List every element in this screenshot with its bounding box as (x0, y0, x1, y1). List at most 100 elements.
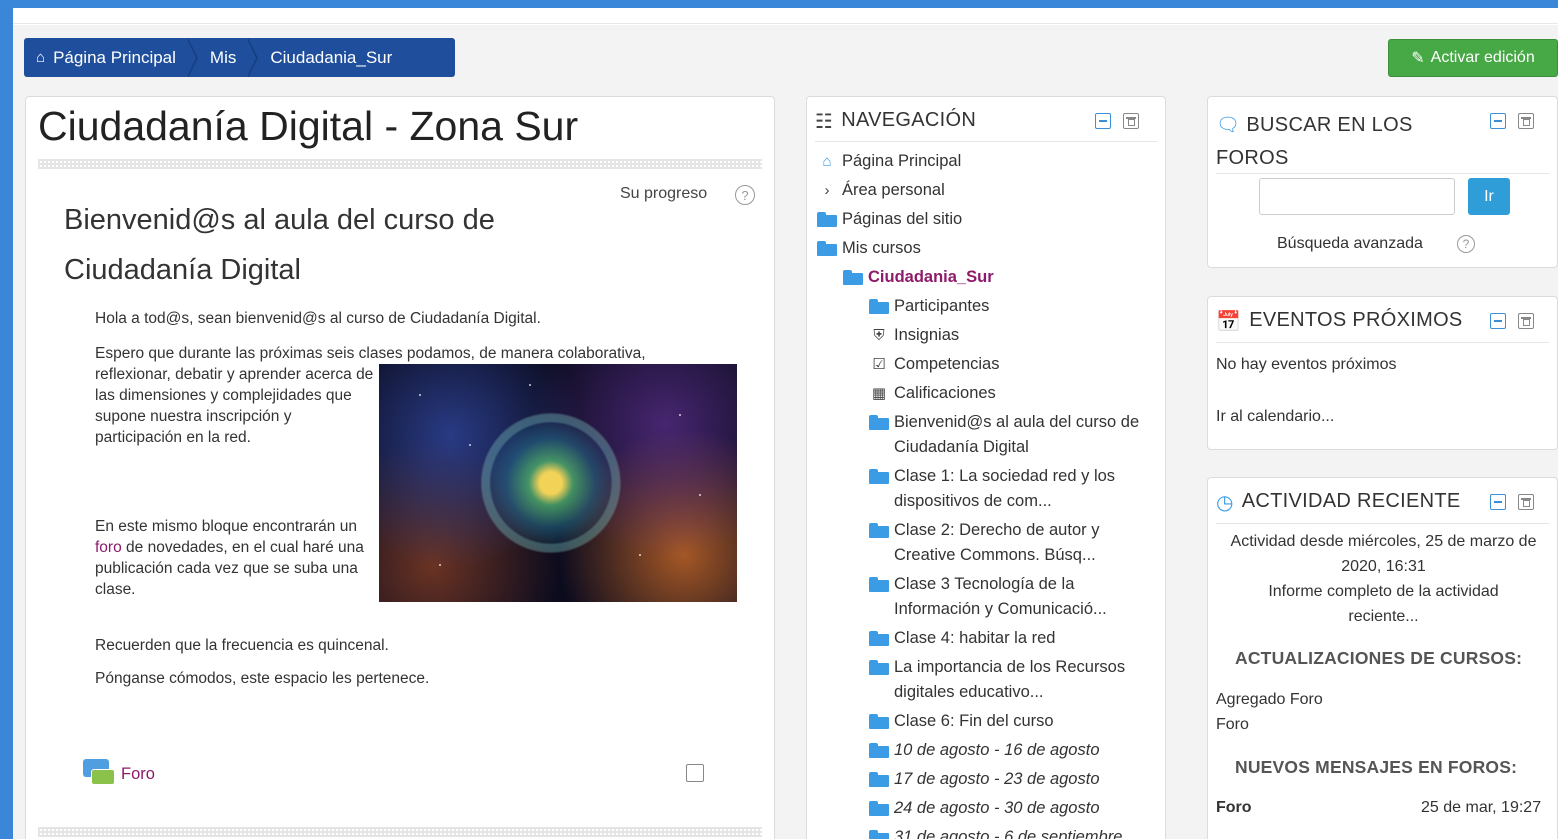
nav-item-my-courses[interactable]: Mis cursos (817, 236, 1162, 261)
intro-paragraph-4: Recuerden que la frecuencia es quincenal… (95, 637, 389, 654)
nav-item-section[interactable]: La importancia de los Recursos digitales… (817, 655, 1162, 705)
clock-icon: ◷ (1216, 492, 1234, 514)
breadcrumb-course-label: Ciudadania_Sur (270, 47, 393, 67)
nav-item-week[interactable]: 24 de agosto - 30 de agosto (817, 796, 1162, 821)
breadcrumb-mis-label: Mis (209, 47, 237, 67)
breadcrumb-separator (247, 38, 259, 77)
full-report-link[interactable]: Informe completo de la actividad recient… (1236, 579, 1531, 629)
enable-editing-button[interactable]: ✎ Activar edición (1388, 39, 1558, 77)
folder-icon (869, 415, 889, 430)
paragraph-3-text-after: de novedades, en el cual haré una public… (95, 539, 364, 598)
divider (1216, 342, 1549, 343)
intro-paragraph-2: reflexionar, debatir y aprender acerca d… (95, 366, 374, 446)
nav-item-participants[interactable]: Participantes (817, 294, 1162, 319)
nav-item-section[interactable]: Clase 3 Tecnología de la Información y C… (817, 572, 1162, 622)
breadcrumb-course[interactable]: Ciudadania_Sur (258, 38, 404, 77)
calendar-link[interactable]: Ir al calendario... (1216, 404, 1334, 429)
nav-item-label: Clase 6: Fin del curso (894, 712, 1054, 730)
nav-item-label: Competencias (894, 355, 1000, 373)
nav-item-label: Clase 2: Derecho de autor y Creative Com… (894, 521, 1100, 564)
calendar-icon: 📅 (1216, 311, 1242, 333)
nav-item-week[interactable]: 10 de agosto - 16 de agosto (817, 738, 1162, 763)
nav-item-label: Bienvenid@s al aula del curso de Ciudada… (894, 413, 1140, 456)
events-controls (1490, 313, 1534, 329)
divider (1216, 173, 1549, 174)
nav-item-section[interactable]: Clase 4: habitar la red (817, 626, 1162, 651)
recent-activity-title: ACTIVIDAD RECIENTE (1241, 490, 1461, 512)
nav-item-badges[interactable]: ⛨ Insignias (817, 323, 1162, 348)
nav-item-section[interactable]: Clase 6: Fin del curso (817, 709, 1162, 734)
nav-item-competencies[interactable]: ☑ Competencias (817, 352, 1162, 377)
added-forum-link[interactable]: Foro (1216, 712, 1249, 737)
nav-item-current-course[interactable]: Ciudadania_Sur (817, 265, 1162, 290)
folder-icon (869, 469, 889, 484)
forum-posts-heading: NUEVOS MENSAJES EN FOROS: (1235, 757, 1518, 777)
folder-icon (869, 660, 889, 675)
foro-activity[interactable]: Foro (83, 759, 155, 789)
forum-post-link[interactable]: Foro (1216, 795, 1252, 820)
nav-item-week[interactable]: 17 de agosto - 23 de agosto (817, 767, 1162, 792)
digital-globe-image (379, 364, 737, 602)
nav-item-week[interactable]: 31 de agosto - 6 de septiembre (817, 825, 1162, 839)
advanced-search-link[interactable]: Búsqueda avanzada (1277, 231, 1423, 256)
nav-item-label: 10 de agosto - 16 de agosto (894, 741, 1100, 759)
dock-icon[interactable] (1518, 113, 1534, 129)
recent-activity-controls (1490, 494, 1534, 510)
folder-icon (869, 631, 889, 646)
top-bar (13, 8, 1558, 24)
foro-inline-link[interactable]: foro (95, 539, 122, 556)
nav-item-label: Calificaciones (894, 384, 996, 402)
nav-item-section[interactable]: Clase 2: Derecho de autor y Creative Com… (817, 518, 1162, 568)
dock-icon[interactable] (1518, 313, 1534, 329)
breadcrumb-home-label: Página Principal (53, 47, 176, 67)
help-icon[interactable]: ? (1457, 235, 1475, 253)
nav-item-section[interactable]: Clase 1: La sociedad red y los dispositi… (817, 464, 1162, 514)
completion-checkbox[interactable] (686, 764, 704, 782)
intro-paragraph-5: Pónganse cómodos, este espacio les perte… (95, 670, 430, 687)
nav-item-label: Clase 3 Tecnología de la Información y C… (894, 575, 1107, 618)
added-forum-text: Agregado Foro (1216, 691, 1323, 708)
collapse-icon[interactable] (1490, 494, 1506, 510)
nav-item-section[interactable]: Bienvenid@s al aula del curso de Ciudada… (817, 410, 1162, 460)
foro-activity-label[interactable]: Foro (121, 765, 155, 784)
forum-search-input[interactable] (1259, 178, 1455, 215)
breadcrumb-mis[interactable]: Mis (198, 38, 248, 77)
home-icon: ⌂ (36, 49, 46, 66)
divider (38, 159, 762, 169)
image-star (469, 444, 471, 446)
recent-activity-header: ◷ ACTIVIDAD RECIENTE (1216, 490, 1461, 515)
nav-item-dashboard[interactable]: › Área personal (817, 178, 1162, 203)
progress-label: Su progreso (620, 185, 708, 202)
home-icon: ⌂ (822, 153, 832, 170)
collapse-icon[interactable] (1095, 113, 1111, 129)
breadcrumb-home[interactable]: ⌂ Página Principal (24, 38, 188, 77)
table-icon: ▦ (871, 385, 887, 402)
navigation-title: NAVEGACIÓN (841, 109, 977, 131)
navigation-tree: ⌂ Página Principal › Área personal Págin… (817, 149, 1162, 839)
nav-item-label: Área personal (842, 181, 945, 199)
events-header: 📅 EVENTOS PRÓXIMOS (1216, 309, 1463, 334)
folder-icon (869, 830, 889, 839)
nav-item-site-pages[interactable]: Páginas del sitio (817, 207, 1162, 232)
help-icon[interactable]: ? (735, 185, 755, 205)
dock-icon[interactable] (1518, 494, 1534, 510)
nav-item-label: 31 de agosto - 6 de septiembre (894, 828, 1123, 839)
navigation-block: ☷ NAVEGACIÓN ⌂ Página Principal › Área p… (806, 96, 1166, 839)
upcoming-events-block: 📅 EVENTOS PRÓXIMOS No hay eventos próxim… (1207, 296, 1558, 450)
dock-icon[interactable] (1123, 113, 1139, 129)
folder-icon (869, 801, 889, 816)
navigation-controls (1095, 113, 1139, 129)
folder-icon (869, 577, 889, 592)
breadcrumb-separator (186, 38, 198, 77)
folder-icon (869, 743, 889, 758)
nav-item-home[interactable]: ⌂ Página Principal (817, 149, 1162, 174)
collapse-icon[interactable] (1490, 313, 1506, 329)
folder-icon (869, 772, 889, 787)
search-go-button[interactable]: Ir (1468, 178, 1510, 215)
sitemap-icon: ☷ (815, 111, 834, 133)
search-forums-title-line2: FOROS (1216, 147, 1289, 169)
nav-item-grades[interactable]: ▦ Calificaciones (817, 381, 1162, 406)
search-forums-controls (1490, 113, 1534, 129)
collapse-icon[interactable] (1490, 113, 1506, 129)
events-title: EVENTOS PRÓXIMOS (1249, 309, 1463, 331)
